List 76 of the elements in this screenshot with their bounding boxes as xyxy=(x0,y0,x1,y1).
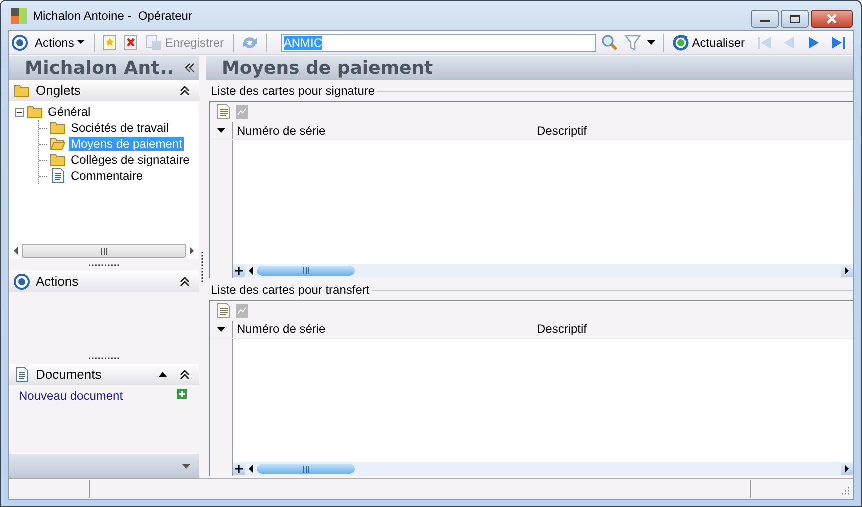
splitter-grip-icon[interactable] xyxy=(89,264,119,266)
column-menu-icon[interactable] xyxy=(216,128,226,133)
delete-icon[interactable] xyxy=(123,34,140,50)
close-button[interactable] xyxy=(811,10,853,28)
folder-icon xyxy=(27,104,43,120)
filter-icon[interactable] xyxy=(624,34,642,52)
refresh-icon xyxy=(673,34,690,50)
panel-title: Documents xyxy=(36,367,103,382)
tree-item[interactable]: Collèges de signataire xyxy=(69,153,192,167)
splitter-grip-icon[interactable] xyxy=(89,356,119,360)
last-record-icon[interactable] xyxy=(830,34,847,50)
new-row-icon[interactable] xyxy=(217,302,231,318)
scroll-left-icon[interactable] xyxy=(13,247,19,255)
actions-menu[interactable]: Actions xyxy=(33,32,88,52)
panel-header[interactable]: Documents xyxy=(9,364,199,385)
scroll-right-icon[interactable] xyxy=(843,464,851,474)
scroll-left-icon[interactable] xyxy=(247,464,255,474)
open-folder-icon xyxy=(50,136,66,152)
panel-title: Onglets xyxy=(36,83,82,98)
panel-title: Actions xyxy=(36,274,80,289)
column-header[interactable]: Numéro de série xyxy=(237,124,537,138)
collapse-icon[interactable] xyxy=(179,84,191,98)
dropdown-arrow-icon[interactable] xyxy=(647,40,656,46)
folder-icon xyxy=(14,82,30,98)
horizontal-scrollbar[interactable] xyxy=(233,264,853,278)
splitter-grip-icon[interactable] xyxy=(201,252,204,282)
scroll-right-icon[interactable] xyxy=(189,247,195,255)
page-title: Moyens de paiement xyxy=(222,58,434,78)
group-title: Liste des cartes pour transfert xyxy=(211,282,370,296)
tree-item[interactable]: Général xyxy=(46,105,93,119)
panel-header[interactable]: Onglets xyxy=(9,80,199,101)
new-row-icon[interactable] xyxy=(217,104,231,120)
app-icon xyxy=(10,6,28,24)
search-icon[interactable] xyxy=(601,34,620,52)
document-icon xyxy=(50,168,66,184)
target-icon[interactable] xyxy=(12,34,28,50)
add-row-icon[interactable] xyxy=(235,465,243,473)
column-header[interactable]: Descriptif xyxy=(537,322,853,336)
collapse-left-icon[interactable] xyxy=(185,63,195,73)
scrollbar-thumb[interactable] xyxy=(257,266,355,276)
grip-icon xyxy=(302,267,310,274)
collapse-icon[interactable] xyxy=(179,274,191,288)
document-icon xyxy=(14,366,30,382)
collapse-node-icon[interactable] xyxy=(15,108,24,116)
maximize-button[interactable] xyxy=(781,10,809,28)
minimize-button[interactable] xyxy=(751,10,779,28)
group-title: Liste des cartes pour signature xyxy=(211,84,376,98)
grip-icon xyxy=(100,248,108,254)
close-icon xyxy=(826,14,838,24)
scroll-left-icon[interactable] xyxy=(247,266,255,276)
tree-item[interactable]: Sociétés de travail xyxy=(69,121,172,135)
resize-grip-icon[interactable] xyxy=(840,486,850,496)
caret-icon xyxy=(77,40,86,45)
collapse-icon[interactable] xyxy=(179,368,191,382)
scrollbar-thumb[interactable] xyxy=(22,244,186,258)
window-title: Michalon Antoine - Opérateur xyxy=(33,8,194,22)
column-header[interactable]: Descriptif xyxy=(537,124,853,138)
horizontal-scrollbar[interactable] xyxy=(233,462,853,476)
add-icon[interactable] xyxy=(177,389,187,399)
panel-header[interactable]: Actions xyxy=(9,271,199,292)
tree-item[interactable]: Commentaire xyxy=(69,169,146,183)
caret-up-icon[interactable] xyxy=(159,372,167,377)
grip-icon xyxy=(302,466,310,472)
add-row-icon[interactable] xyxy=(235,266,243,274)
new-document-link[interactable]: Nouveau document xyxy=(19,389,177,403)
scrollbar-thumb[interactable] xyxy=(257,464,355,474)
maximize-icon xyxy=(789,14,801,24)
folder-icon xyxy=(50,120,66,136)
refresh-button[interactable]: Actualiser xyxy=(671,32,747,52)
column-menu-icon[interactable] xyxy=(216,326,226,332)
caret-down-icon[interactable] xyxy=(182,464,191,468)
save-icon xyxy=(146,34,162,50)
scroll-right-icon[interactable] xyxy=(843,266,851,276)
column-header[interactable]: Numéro de série xyxy=(237,322,537,336)
sidebar-title: Michalon Ant.. xyxy=(25,58,176,78)
target-icon xyxy=(14,274,30,290)
